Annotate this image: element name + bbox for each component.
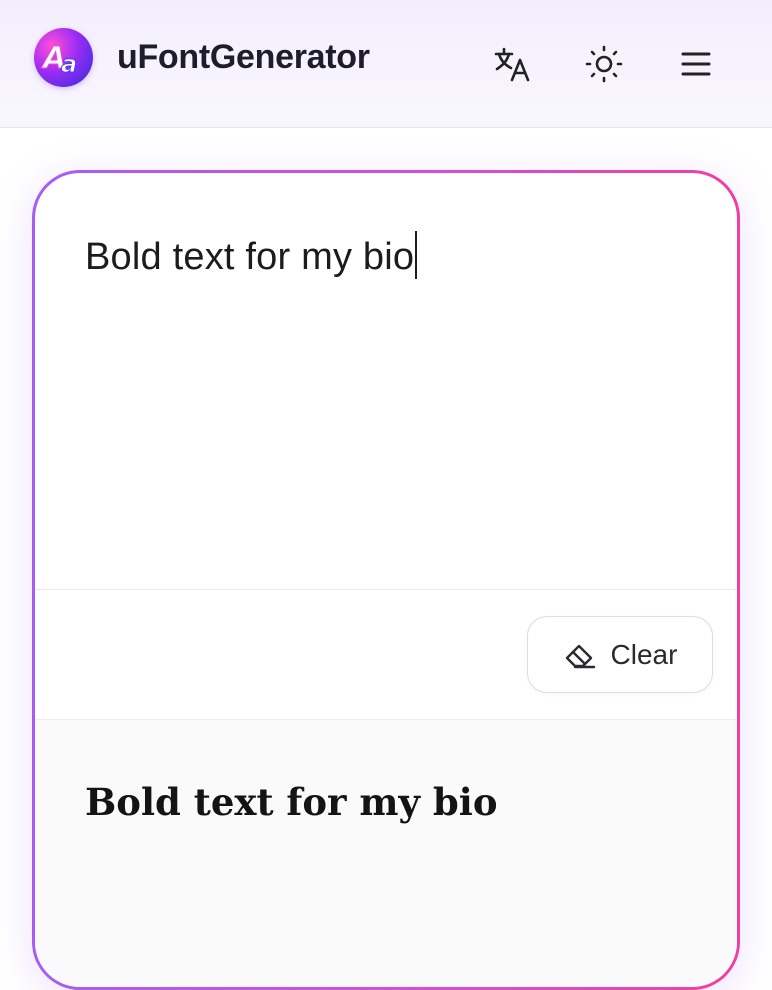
top-header: A a uFontGenerator bbox=[0, 0, 772, 128]
hamburger-menu-icon bbox=[681, 52, 711, 76]
theme-toggle-button[interactable] bbox=[580, 40, 628, 88]
logo-icon[interactable]: A a bbox=[34, 28, 93, 87]
editor-card: Bold text for my bio Clear Bold text for… bbox=[35, 173, 737, 987]
aa-font-logo-icon: A a bbox=[41, 41, 78, 79]
svg-text:a: a bbox=[61, 50, 77, 78]
text-caret bbox=[415, 231, 418, 279]
text-input-area[interactable]: Bold text for my bio bbox=[35, 173, 737, 590]
clear-button-label: Clear bbox=[610, 638, 678, 670]
text-input-value: Bold text for my bio bbox=[85, 236, 415, 278]
bold-result-card[interactable]: Bold text for my bio bbox=[35, 720, 737, 987]
bold-result-text[interactable]: Bold text for my bio bbox=[85, 780, 498, 824]
brand-name[interactable]: uFontGenerator bbox=[117, 38, 370, 77]
sun-icon bbox=[585, 45, 623, 83]
clear-button[interactable]: Clear bbox=[527, 616, 713, 693]
language-button[interactable] bbox=[488, 40, 536, 88]
translate-icon bbox=[494, 47, 530, 82]
text-input[interactable]: Bold text for my bio bbox=[85, 231, 418, 279]
menu-button[interactable] bbox=[672, 40, 720, 88]
editor-toolbar: Clear bbox=[35, 590, 737, 720]
editor-card-border: Bold text for my bio Clear Bold text for… bbox=[32, 170, 740, 990]
eraser-icon bbox=[565, 644, 595, 668]
